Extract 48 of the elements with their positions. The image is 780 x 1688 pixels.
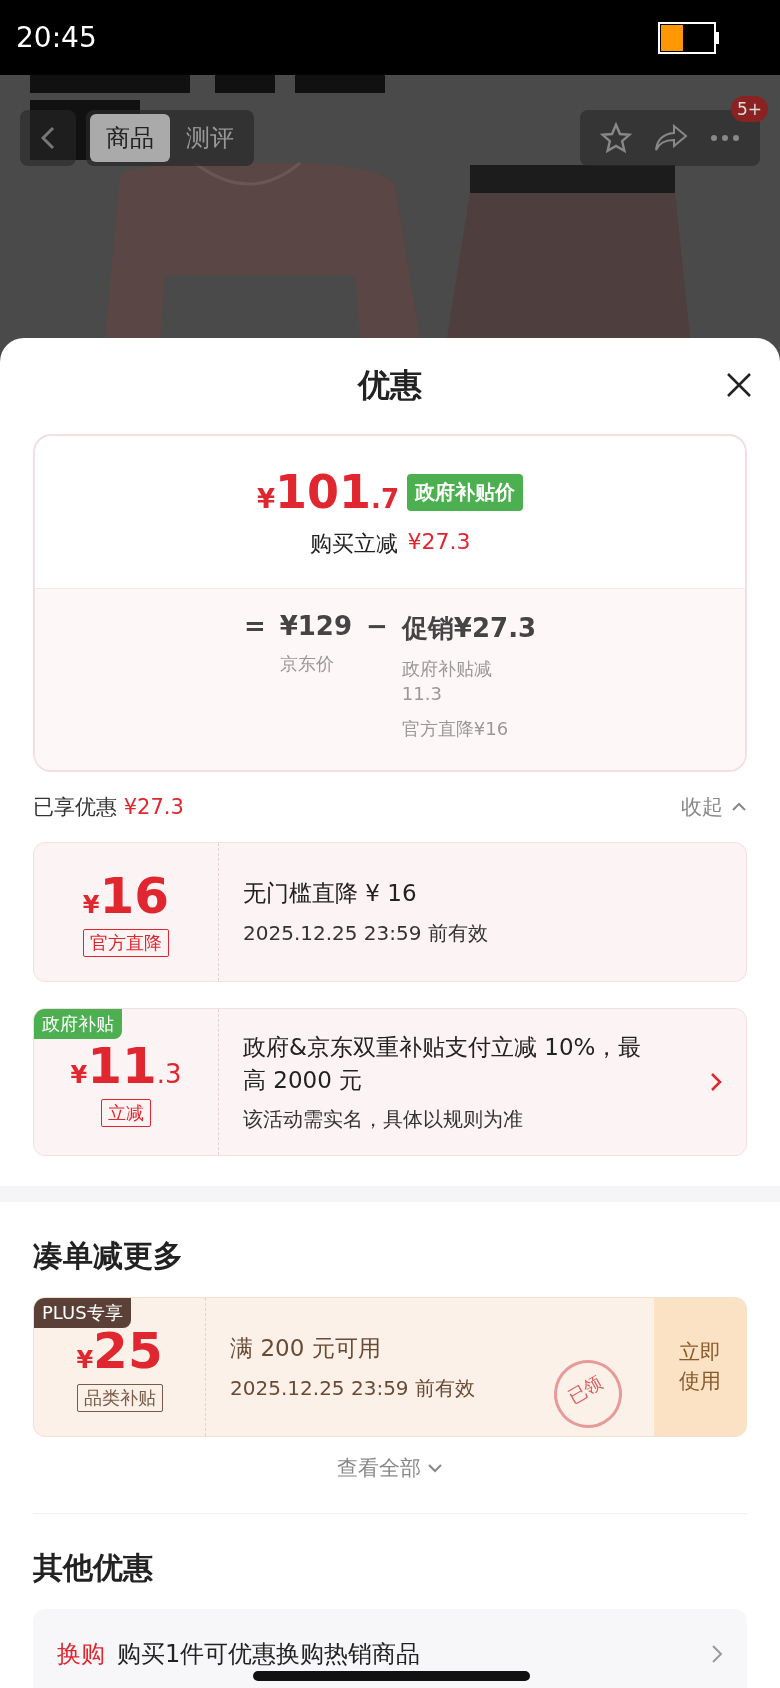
status-time: 20:45 xyxy=(16,21,97,54)
jd-price: ¥129 xyxy=(279,611,353,641)
coupon-amount: ¥16 xyxy=(82,867,170,925)
coupon-subtitle: 2025.12.25 23:59 前有效 xyxy=(230,1374,475,1402)
nav-tab[interactable]: 商品 xyxy=(90,114,170,162)
coupon-title: 政府&京东双重补贴支付立减 10%，最高 2000 元 xyxy=(243,1033,643,1095)
more-icon[interactable] xyxy=(710,134,740,142)
see-all-button[interactable]: 查看全部 xyxy=(331,1453,449,1483)
use-now-button[interactable]: 立即使用 xyxy=(654,1298,746,1436)
nav-tab[interactable]: 测评 xyxy=(170,114,250,162)
close-icon[interactable] xyxy=(726,372,752,398)
coupon-subtitle: 该活动需实名，具体以规则为准 xyxy=(243,1105,523,1133)
chevron-right-icon[interactable] xyxy=(710,1072,722,1092)
share-icon[interactable] xyxy=(654,123,688,153)
coupon-ribbon: PLUS专享 xyxy=(34,1298,131,1328)
equals-sign: = xyxy=(243,611,266,641)
offer-text: 购买1件可优惠换购热销商品 xyxy=(117,1639,422,1670)
coupon-title: 满 200 元可用 xyxy=(230,1334,382,1364)
coupon-tag: 官方直降 xyxy=(83,929,169,957)
coupon-subtitle: 2025.12.25 23:59 前有效 xyxy=(243,919,488,947)
sheet-title: 优惠 xyxy=(358,365,422,406)
coupon-tag: 立减 xyxy=(101,1099,151,1127)
promotion-detail: 官方直降¥16 xyxy=(401,717,510,742)
back-button[interactable] xyxy=(20,110,76,166)
coupon-title: 无门槛直降 ¥ 16 xyxy=(243,879,418,909)
coupon-amount: ¥11.3 xyxy=(70,1037,182,1095)
jd-price-label: 京东价 xyxy=(279,652,335,676)
instant-discount-amount: ¥27.3 xyxy=(407,529,471,556)
star-icon[interactable] xyxy=(600,122,632,154)
chevron-down-icon xyxy=(427,1463,443,1473)
back-icon xyxy=(41,126,55,150)
collapse-toggle[interactable]: 收起 xyxy=(681,793,747,821)
offer-row[interactable]: 换购 购买1件可优惠换购热销商品 xyxy=(33,1609,747,1688)
chevron-right-icon xyxy=(711,1644,723,1664)
coupon-ribbon: 政府补贴 xyxy=(34,1009,122,1039)
section-title: 其他优惠 xyxy=(32,1549,154,1587)
promotion-detail: 政府补贴减11.3 xyxy=(401,657,493,707)
subsidy-price-tag: 政府补贴价 xyxy=(407,473,524,511)
instant-discount-label: 购买立减 xyxy=(309,530,398,558)
chevron-up-icon xyxy=(731,802,747,812)
enjoyed-discount: 已享优惠 ¥27.3 xyxy=(33,794,184,821)
section-title: 凑单减更多 xyxy=(32,1237,184,1275)
subsidy-price: ¥101.7 xyxy=(256,465,400,519)
minus-sign: − xyxy=(366,611,388,641)
coupon-tag: 品类补贴 xyxy=(76,1384,163,1412)
promotion-amount: 促销¥27.3 xyxy=(401,612,537,645)
offer-tag: 换购 xyxy=(57,1638,105,1670)
battery-icon xyxy=(658,21,720,54)
